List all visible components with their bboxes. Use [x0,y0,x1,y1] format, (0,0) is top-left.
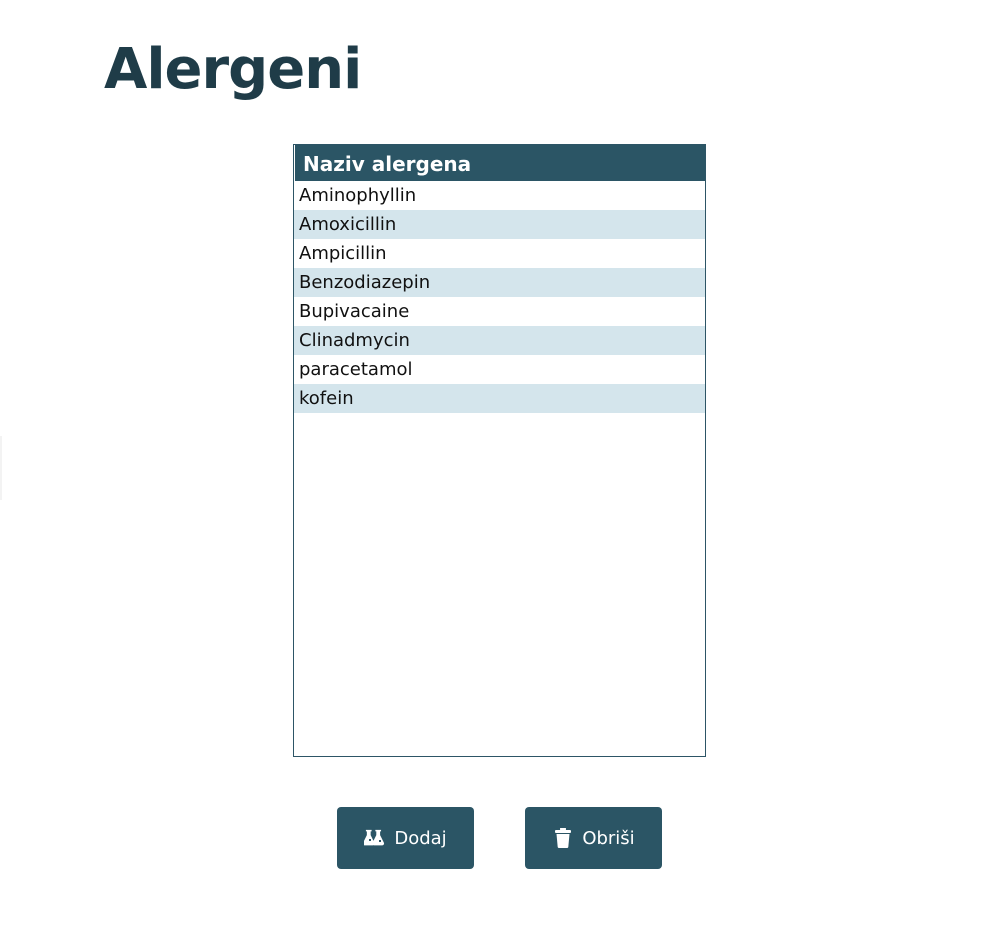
page-title: Alergeni [104,37,362,102]
add-button[interactable]: Dodaj [337,807,474,869]
table-row[interactable]: Amoxicillin [294,210,705,239]
table-row[interactable]: Clinadmycin [294,326,705,355]
delete-button[interactable]: Obriši [525,807,662,869]
edge-divider [0,436,2,500]
table-row[interactable]: paracetamol [294,355,705,384]
table-header-allergen-name[interactable]: Naziv alergena [295,145,705,181]
table-row[interactable]: Benzodiazepin [294,268,705,297]
delete-button-label: Obriši [582,827,635,849]
allergens-page: Alergeni Naziv alergena Aminophyllin Amo… [0,0,993,948]
flask-icon [364,827,386,849]
table-row[interactable]: Ampicillin [294,239,705,268]
table-body: Aminophyllin Amoxicillin Ampicillin Benz… [294,181,705,413]
trash-icon [552,827,574,849]
table-row[interactable]: kofein [294,384,705,413]
table-row[interactable]: Aminophyllin [294,181,705,210]
table-row[interactable]: Bupivacaine [294,297,705,326]
add-button-label: Dodaj [394,827,447,849]
allergens-table: Naziv alergena Aminophyllin Amoxicillin … [293,144,706,757]
